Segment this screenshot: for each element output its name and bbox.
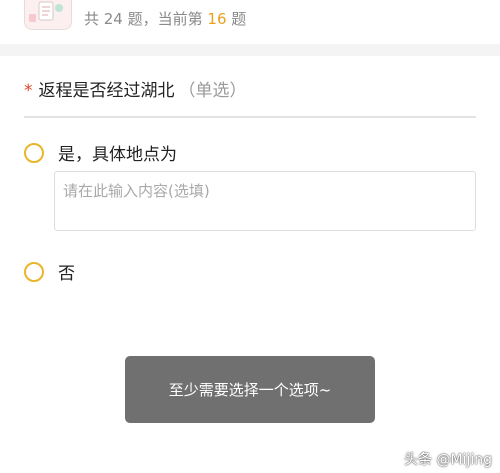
radio-circle-icon[interactable] (24, 261, 44, 282)
option-no-label: 否 (58, 264, 75, 284)
option-no[interactable]: 否 (24, 259, 75, 284)
watermark: 头条 @Mijing (404, 452, 492, 468)
question-title: * 返程是否经过湖北 （单选） (24, 76, 247, 101)
option-yes-label: 是，具体地点为 (58, 145, 177, 165)
radio-circle-icon[interactable] (24, 142, 44, 163)
question-title-text: 返程是否经过湖北 (38, 81, 175, 101)
title-divider (24, 116, 476, 118)
survey-header: 共 24 题，当前第 16 题 (0, 0, 500, 44)
question-card: *返程是否经过湖北（单选） 是，具体地点为 否 至少需要选择一个选项~ (0, 56, 500, 473)
progress-prefix: 共 24 题，当前第 (84, 10, 208, 28)
question-progress: 共 24 题，当前第 16 题 (84, 8, 246, 29)
validation-toast: 至少需要选择一个选项~ (125, 356, 375, 423)
progress-current-number: 16 (207, 10, 227, 28)
location-detail-input[interactable] (54, 171, 476, 231)
required-mark: * (24, 81, 33, 101)
option-yes[interactable]: 是，具体地点为 (24, 140, 177, 165)
question-type-label: （单选） (178, 81, 247, 101)
toast-message: 至少需要选择一个选项~ (168, 381, 332, 399)
progress-suffix: 题 (226, 10, 247, 28)
survey-illustration-icon (24, 0, 72, 30)
